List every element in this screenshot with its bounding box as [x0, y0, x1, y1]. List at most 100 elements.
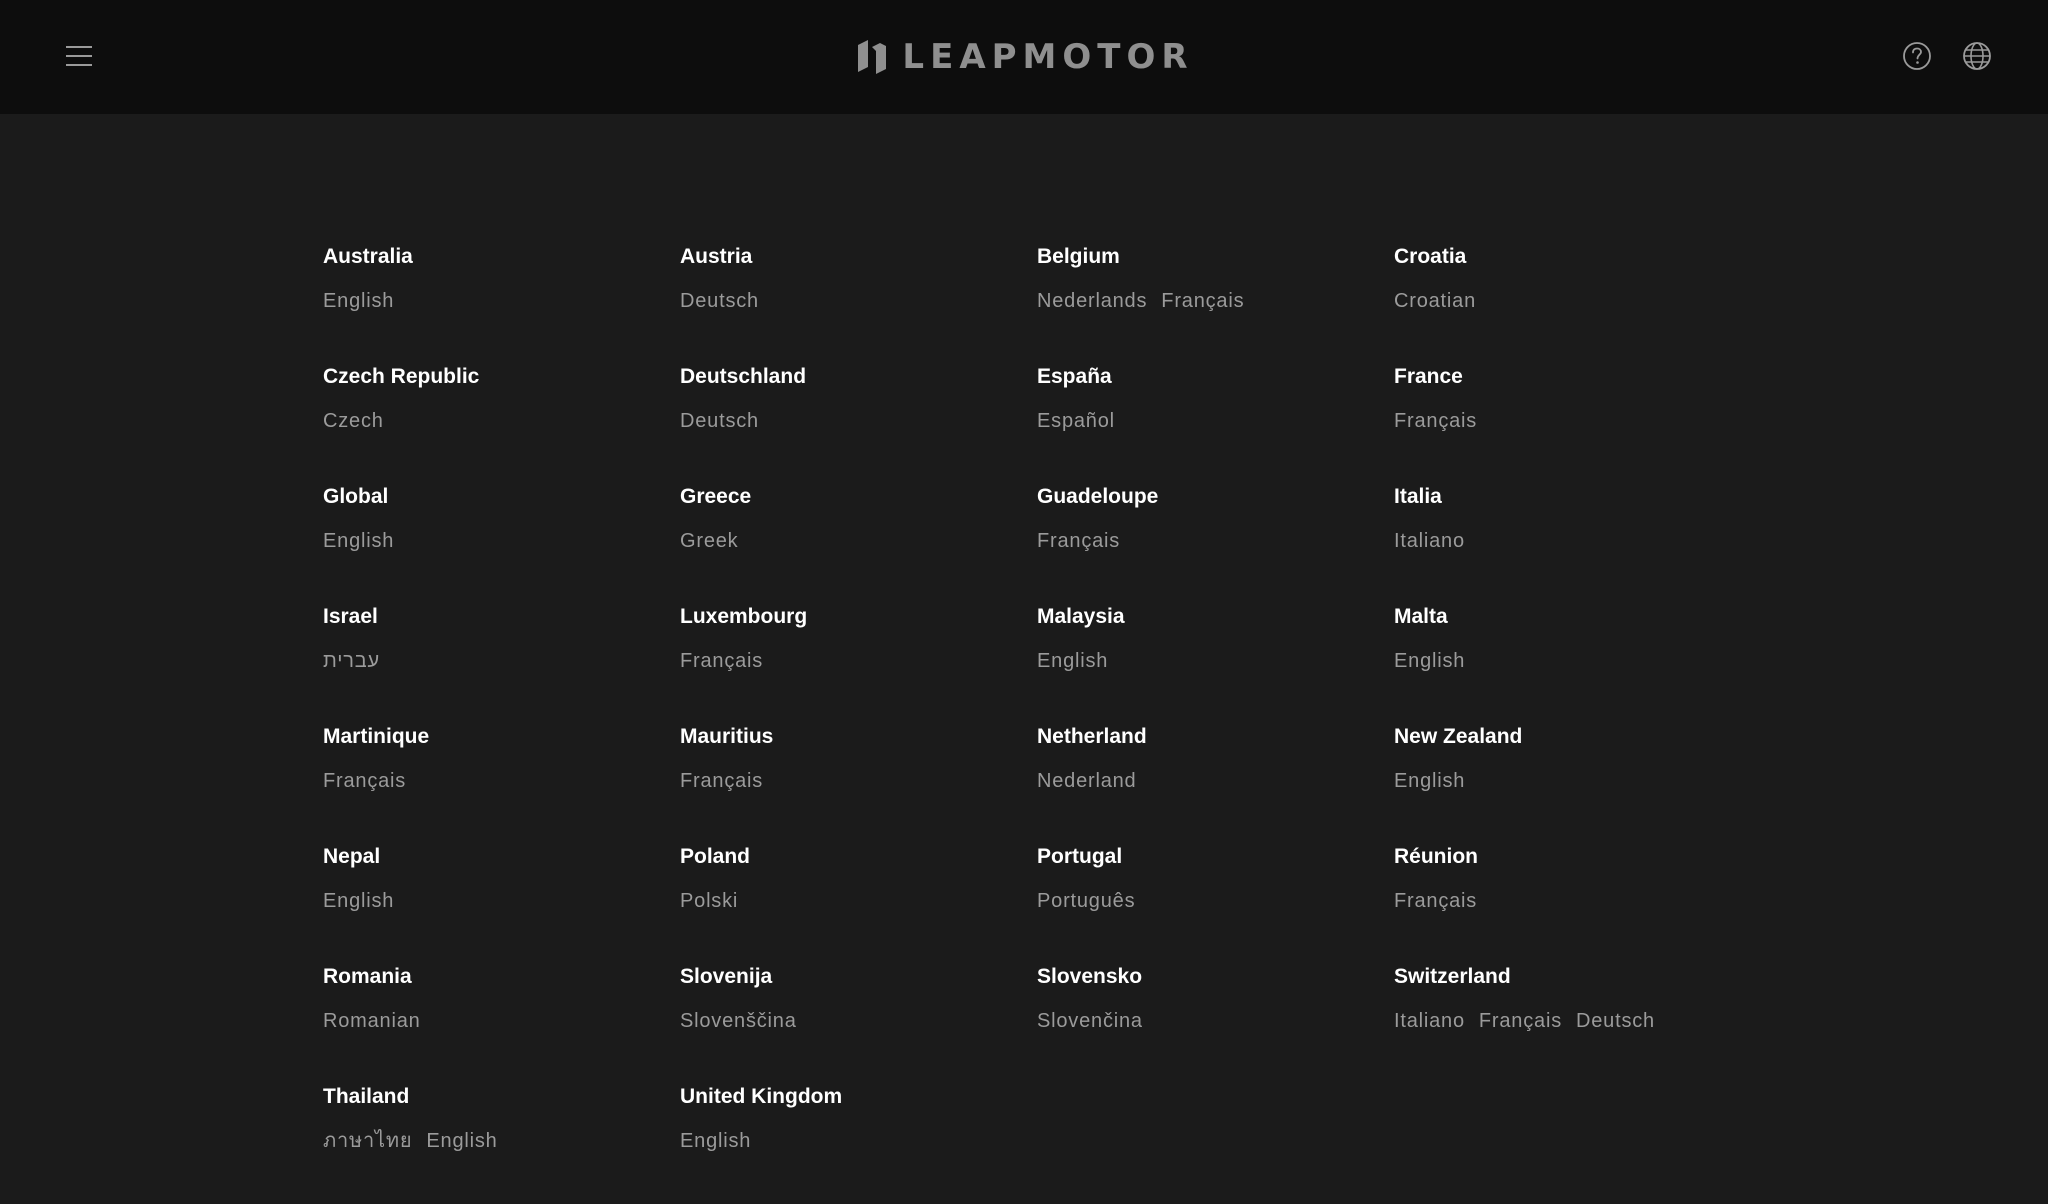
country-name: Malaysia: [1037, 605, 1125, 628]
language-link[interactable]: Romanian: [323, 1009, 421, 1033]
language-options: ภาษาไทย English: [323, 1129, 680, 1153]
language-link[interactable]: Czech: [323, 409, 384, 433]
language-link[interactable]: English: [426, 1129, 497, 1153]
region-item: Portugal Português: [1037, 844, 1394, 964]
language-link[interactable]: Croatian: [1394, 289, 1476, 313]
language-options: Czech: [323, 409, 680, 433]
country-name: Slovenija: [680, 965, 773, 988]
language-link[interactable]: Italiano: [1394, 529, 1465, 553]
language-options: Nederlands Français: [1037, 289, 1394, 313]
language-options: Slovenčina: [1037, 1009, 1394, 1033]
region-item: Martinique Français: [323, 724, 680, 844]
language-link[interactable]: English: [323, 289, 394, 313]
language-options: English: [1037, 649, 1394, 673]
country-name: Luxembourg: [680, 605, 808, 628]
language-link[interactable]: Español: [1037, 409, 1115, 433]
language-options: English: [1394, 649, 1751, 673]
language-options: Slovenščina: [680, 1009, 1037, 1033]
language-link[interactable]: English: [1394, 769, 1465, 793]
language-options: English: [680, 1129, 1037, 1153]
region-item: Deutschland Deutsch: [680, 364, 1037, 484]
globe-icon[interactable]: [1962, 41, 1992, 71]
language-link[interactable]: Nederland: [1037, 769, 1137, 793]
region-item: Réunion Français: [1394, 844, 1751, 964]
country-name: Poland: [680, 845, 751, 868]
language-link[interactable]: Français: [1394, 889, 1477, 913]
language-link[interactable]: Polski: [680, 889, 738, 913]
language-options: עברית: [323, 649, 680, 673]
language-options: Español: [1037, 409, 1394, 433]
region-item: Switzerland Italiano Français Deutsch: [1394, 964, 1751, 1084]
region-item: Mauritius Français: [680, 724, 1037, 844]
language-link[interactable]: Deutsch: [680, 289, 759, 313]
language-link[interactable]: Français: [323, 769, 406, 793]
language-options: English: [323, 529, 680, 553]
country-name: Slovensko: [1037, 965, 1143, 988]
country-name: Romania: [323, 965, 412, 988]
region-list: Australia English Austria Deutsch Belgium Ned…: [323, 244, 1743, 1204]
region-item: Global English: [323, 484, 680, 604]
region-item: Italia Italiano: [1394, 484, 1751, 604]
language-link[interactable]: Français: [1479, 1009, 1562, 1033]
header-actions: [1902, 41, 1992, 71]
country-name: Mauritius: [680, 725, 774, 748]
country-name: Malta: [1394, 605, 1448, 628]
site-header: LEAPMOTOR: [0, 0, 2048, 114]
country-name: Global: [323, 485, 389, 508]
language-link[interactable]: Greek: [680, 529, 738, 553]
language-options: Deutsch: [680, 289, 1037, 313]
help-icon[interactable]: [1902, 41, 1932, 71]
logo-text: LEAPMOTOR: [902, 37, 1194, 77]
language-link[interactable]: ภาษาไทย: [323, 1129, 412, 1153]
language-link[interactable]: English: [323, 529, 394, 553]
region-item: Romania Romanian: [323, 964, 680, 1084]
country-name: Netherland: [1037, 725, 1147, 748]
language-options: Italiano: [1394, 529, 1751, 553]
language-options: Français: [680, 649, 1037, 673]
language-link[interactable]: Nederlands: [1037, 289, 1147, 313]
language-options: Français: [1394, 409, 1751, 433]
region-item: España Español: [1037, 364, 1394, 484]
country-name: Italia: [1394, 485, 1442, 508]
language-link[interactable]: Slovenščina: [680, 1009, 797, 1033]
language-link[interactable]: Français: [680, 649, 763, 673]
language-link[interactable]: Français: [1161, 289, 1244, 313]
language-link[interactable]: עברית: [323, 649, 380, 673]
region-item: Croatia Croatian: [1394, 244, 1751, 364]
region-item: Israel עברית: [323, 604, 680, 724]
country-name: Thailand: [323, 1085, 410, 1108]
language-link[interactable]: English: [1394, 649, 1465, 673]
language-link[interactable]: Français: [1037, 529, 1120, 553]
country-name: Croatia: [1394, 245, 1467, 268]
language-link[interactable]: Français: [1394, 409, 1477, 433]
language-options: Romanian: [323, 1009, 680, 1033]
country-name: Réunion: [1394, 845, 1478, 868]
region-item: New Zealand English: [1394, 724, 1751, 844]
country-name: Israel: [323, 605, 378, 628]
country-name: Switzerland: [1394, 965, 1511, 988]
language-options: Nederland: [1037, 769, 1394, 793]
country-name: United Kingdom: [680, 1085, 843, 1108]
leapmotor-logo[interactable]: LEAPMOTOR: [854, 37, 1193, 77]
language-options: Français: [1394, 889, 1751, 913]
region-item: Czech Republic Czech: [323, 364, 680, 484]
language-link[interactable]: Deutsch: [680, 409, 759, 433]
language-link[interactable]: Français: [680, 769, 763, 793]
country-name: Deutschland: [680, 365, 807, 388]
language-link[interactable]: English: [680, 1129, 751, 1153]
region-item: Luxembourg Français: [680, 604, 1037, 724]
region-item: Austria Deutsch: [680, 244, 1037, 364]
language-link[interactable]: Português: [1037, 889, 1135, 913]
menu-icon[interactable]: [66, 46, 92, 68]
country-name: Greece: [680, 485, 752, 508]
language-options: Deutsch: [680, 409, 1037, 433]
language-link[interactable]: English: [323, 889, 394, 913]
region-item: Australia English: [323, 244, 680, 364]
language-link[interactable]: Italiano: [1394, 1009, 1465, 1033]
language-link[interactable]: Deutsch: [1576, 1009, 1655, 1033]
region-item: Greece Greek: [680, 484, 1037, 604]
language-link[interactable]: English: [1037, 649, 1108, 673]
language-options: Greek: [680, 529, 1037, 553]
language-options: English: [323, 289, 680, 313]
language-link[interactable]: Slovenčina: [1037, 1009, 1143, 1033]
